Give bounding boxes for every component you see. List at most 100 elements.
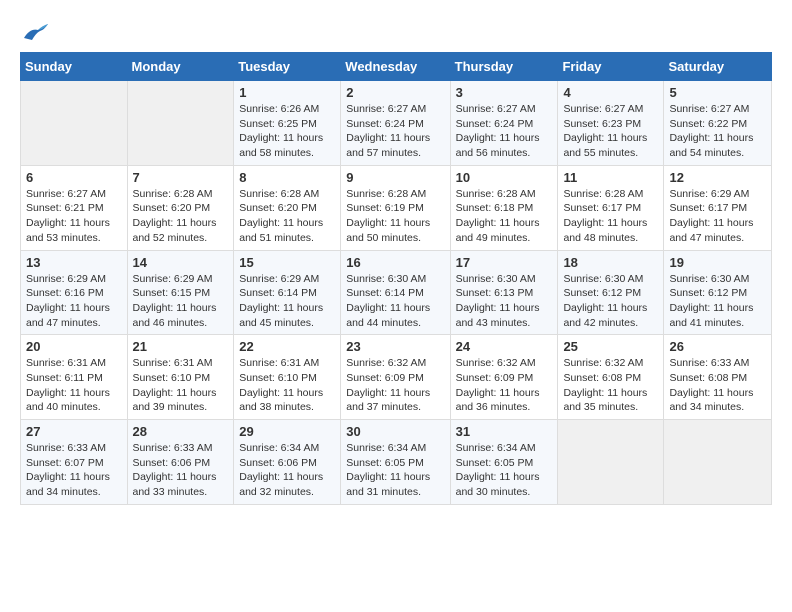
day-number: 9 xyxy=(346,170,444,185)
day-number: 30 xyxy=(346,424,444,439)
day-info: Sunrise: 6:29 AM Sunset: 6:17 PM Dayligh… xyxy=(669,187,766,246)
day-info: Sunrise: 6:27 AM Sunset: 6:21 PM Dayligh… xyxy=(26,187,122,246)
day-number: 7 xyxy=(133,170,229,185)
calendar-cell xyxy=(664,420,772,505)
day-info: Sunrise: 6:27 AM Sunset: 6:22 PM Dayligh… xyxy=(669,102,766,161)
day-info: Sunrise: 6:31 AM Sunset: 6:10 PM Dayligh… xyxy=(239,356,335,415)
calendar-header-row: SundayMondayTuesdayWednesdayThursdayFrid… xyxy=(21,53,772,81)
day-info: Sunrise: 6:30 AM Sunset: 6:12 PM Dayligh… xyxy=(563,272,658,331)
day-info: Sunrise: 6:31 AM Sunset: 6:10 PM Dayligh… xyxy=(133,356,229,415)
day-number: 31 xyxy=(456,424,553,439)
calendar-cell: 13 Sunrise: 6:29 AM Sunset: 6:16 PM Dayl… xyxy=(21,250,128,335)
day-info: Sunrise: 6:29 AM Sunset: 6:14 PM Dayligh… xyxy=(239,272,335,331)
calendar-cell xyxy=(558,420,664,505)
calendar-cell xyxy=(21,81,128,166)
day-info: Sunrise: 6:32 AM Sunset: 6:09 PM Dayligh… xyxy=(456,356,553,415)
day-number: 14 xyxy=(133,255,229,270)
calendar-cell xyxy=(127,81,234,166)
day-info: Sunrise: 6:32 AM Sunset: 6:08 PM Dayligh… xyxy=(563,356,658,415)
day-header-sunday: Sunday xyxy=(21,53,128,81)
day-number: 23 xyxy=(346,339,444,354)
week-row-2: 6 Sunrise: 6:27 AM Sunset: 6:21 PM Dayli… xyxy=(21,165,772,250)
calendar-cell: 5 Sunrise: 6:27 AM Sunset: 6:22 PM Dayli… xyxy=(664,81,772,166)
day-number: 29 xyxy=(239,424,335,439)
calendar-cell: 10 Sunrise: 6:28 AM Sunset: 6:18 PM Dayl… xyxy=(450,165,558,250)
day-header-monday: Monday xyxy=(127,53,234,81)
calendar-cell: 2 Sunrise: 6:27 AM Sunset: 6:24 PM Dayli… xyxy=(341,81,450,166)
day-header-wednesday: Wednesday xyxy=(341,53,450,81)
day-info: Sunrise: 6:28 AM Sunset: 6:20 PM Dayligh… xyxy=(133,187,229,246)
calendar-table: SundayMondayTuesdayWednesdayThursdayFrid… xyxy=(20,52,772,505)
day-number: 13 xyxy=(26,255,122,270)
day-number: 25 xyxy=(563,339,658,354)
calendar-cell: 30 Sunrise: 6:34 AM Sunset: 6:05 PM Dayl… xyxy=(341,420,450,505)
calendar-cell: 19 Sunrise: 6:30 AM Sunset: 6:12 PM Dayl… xyxy=(664,250,772,335)
calendar-cell: 20 Sunrise: 6:31 AM Sunset: 6:11 PM Dayl… xyxy=(21,335,128,420)
day-info: Sunrise: 6:27 AM Sunset: 6:23 PM Dayligh… xyxy=(563,102,658,161)
calendar-cell: 12 Sunrise: 6:29 AM Sunset: 6:17 PM Dayl… xyxy=(664,165,772,250)
day-number: 3 xyxy=(456,85,553,100)
day-info: Sunrise: 6:33 AM Sunset: 6:08 PM Dayligh… xyxy=(669,356,766,415)
day-info: Sunrise: 6:28 AM Sunset: 6:19 PM Dayligh… xyxy=(346,187,444,246)
day-header-saturday: Saturday xyxy=(664,53,772,81)
day-info: Sunrise: 6:30 AM Sunset: 6:12 PM Dayligh… xyxy=(669,272,766,331)
calendar-cell: 27 Sunrise: 6:33 AM Sunset: 6:07 PM Dayl… xyxy=(21,420,128,505)
day-info: Sunrise: 6:27 AM Sunset: 6:24 PM Dayligh… xyxy=(456,102,553,161)
day-header-thursday: Thursday xyxy=(450,53,558,81)
calendar-cell: 9 Sunrise: 6:28 AM Sunset: 6:19 PM Dayli… xyxy=(341,165,450,250)
day-number: 19 xyxy=(669,255,766,270)
day-number: 24 xyxy=(456,339,553,354)
day-number: 5 xyxy=(669,85,766,100)
week-row-5: 27 Sunrise: 6:33 AM Sunset: 6:07 PM Dayl… xyxy=(21,420,772,505)
day-header-friday: Friday xyxy=(558,53,664,81)
day-number: 12 xyxy=(669,170,766,185)
week-row-3: 13 Sunrise: 6:29 AM Sunset: 6:16 PM Dayl… xyxy=(21,250,772,335)
day-number: 17 xyxy=(456,255,553,270)
day-number: 28 xyxy=(133,424,229,439)
calendar-cell: 15 Sunrise: 6:29 AM Sunset: 6:14 PM Dayl… xyxy=(234,250,341,335)
day-number: 6 xyxy=(26,170,122,185)
calendar-cell: 1 Sunrise: 6:26 AM Sunset: 6:25 PM Dayli… xyxy=(234,81,341,166)
day-number: 22 xyxy=(239,339,335,354)
day-number: 8 xyxy=(239,170,335,185)
calendar-cell: 4 Sunrise: 6:27 AM Sunset: 6:23 PM Dayli… xyxy=(558,81,664,166)
day-info: Sunrise: 6:26 AM Sunset: 6:25 PM Dayligh… xyxy=(239,102,335,161)
day-info: Sunrise: 6:28 AM Sunset: 6:20 PM Dayligh… xyxy=(239,187,335,246)
calendar-cell: 25 Sunrise: 6:32 AM Sunset: 6:08 PM Dayl… xyxy=(558,335,664,420)
day-number: 15 xyxy=(239,255,335,270)
day-info: Sunrise: 6:33 AM Sunset: 6:06 PM Dayligh… xyxy=(133,441,229,500)
day-number: 18 xyxy=(563,255,658,270)
calendar-cell: 31 Sunrise: 6:34 AM Sunset: 6:05 PM Dayl… xyxy=(450,420,558,505)
calendar-cell: 29 Sunrise: 6:34 AM Sunset: 6:06 PM Dayl… xyxy=(234,420,341,505)
page-header xyxy=(20,20,772,42)
calendar-cell: 6 Sunrise: 6:27 AM Sunset: 6:21 PM Dayli… xyxy=(21,165,128,250)
day-info: Sunrise: 6:30 AM Sunset: 6:14 PM Dayligh… xyxy=(346,272,444,331)
day-info: Sunrise: 6:28 AM Sunset: 6:17 PM Dayligh… xyxy=(563,187,658,246)
day-number: 10 xyxy=(456,170,553,185)
day-number: 4 xyxy=(563,85,658,100)
day-info: Sunrise: 6:29 AM Sunset: 6:16 PM Dayligh… xyxy=(26,272,122,331)
day-info: Sunrise: 6:33 AM Sunset: 6:07 PM Dayligh… xyxy=(26,441,122,500)
day-info: Sunrise: 6:28 AM Sunset: 6:18 PM Dayligh… xyxy=(456,187,553,246)
day-number: 20 xyxy=(26,339,122,354)
day-number: 16 xyxy=(346,255,444,270)
day-number: 26 xyxy=(669,339,766,354)
week-row-1: 1 Sunrise: 6:26 AM Sunset: 6:25 PM Dayli… xyxy=(21,81,772,166)
day-info: Sunrise: 6:34 AM Sunset: 6:05 PM Dayligh… xyxy=(346,441,444,500)
calendar-cell: 16 Sunrise: 6:30 AM Sunset: 6:14 PM Dayl… xyxy=(341,250,450,335)
calendar-cell: 8 Sunrise: 6:28 AM Sunset: 6:20 PM Dayli… xyxy=(234,165,341,250)
calendar-cell: 7 Sunrise: 6:28 AM Sunset: 6:20 PM Dayli… xyxy=(127,165,234,250)
day-number: 1 xyxy=(239,85,335,100)
calendar-cell: 3 Sunrise: 6:27 AM Sunset: 6:24 PM Dayli… xyxy=(450,81,558,166)
calendar-cell: 11 Sunrise: 6:28 AM Sunset: 6:17 PM Dayl… xyxy=(558,165,664,250)
calendar-cell: 23 Sunrise: 6:32 AM Sunset: 6:09 PM Dayl… xyxy=(341,335,450,420)
calendar-cell: 14 Sunrise: 6:29 AM Sunset: 6:15 PM Dayl… xyxy=(127,250,234,335)
day-info: Sunrise: 6:30 AM Sunset: 6:13 PM Dayligh… xyxy=(456,272,553,331)
calendar-cell: 17 Sunrise: 6:30 AM Sunset: 6:13 PM Dayl… xyxy=(450,250,558,335)
calendar-cell: 28 Sunrise: 6:33 AM Sunset: 6:06 PM Dayl… xyxy=(127,420,234,505)
day-info: Sunrise: 6:34 AM Sunset: 6:05 PM Dayligh… xyxy=(456,441,553,500)
calendar-cell: 18 Sunrise: 6:30 AM Sunset: 6:12 PM Dayl… xyxy=(558,250,664,335)
logo-bird-icon xyxy=(22,20,50,42)
day-number: 2 xyxy=(346,85,444,100)
day-info: Sunrise: 6:27 AM Sunset: 6:24 PM Dayligh… xyxy=(346,102,444,161)
